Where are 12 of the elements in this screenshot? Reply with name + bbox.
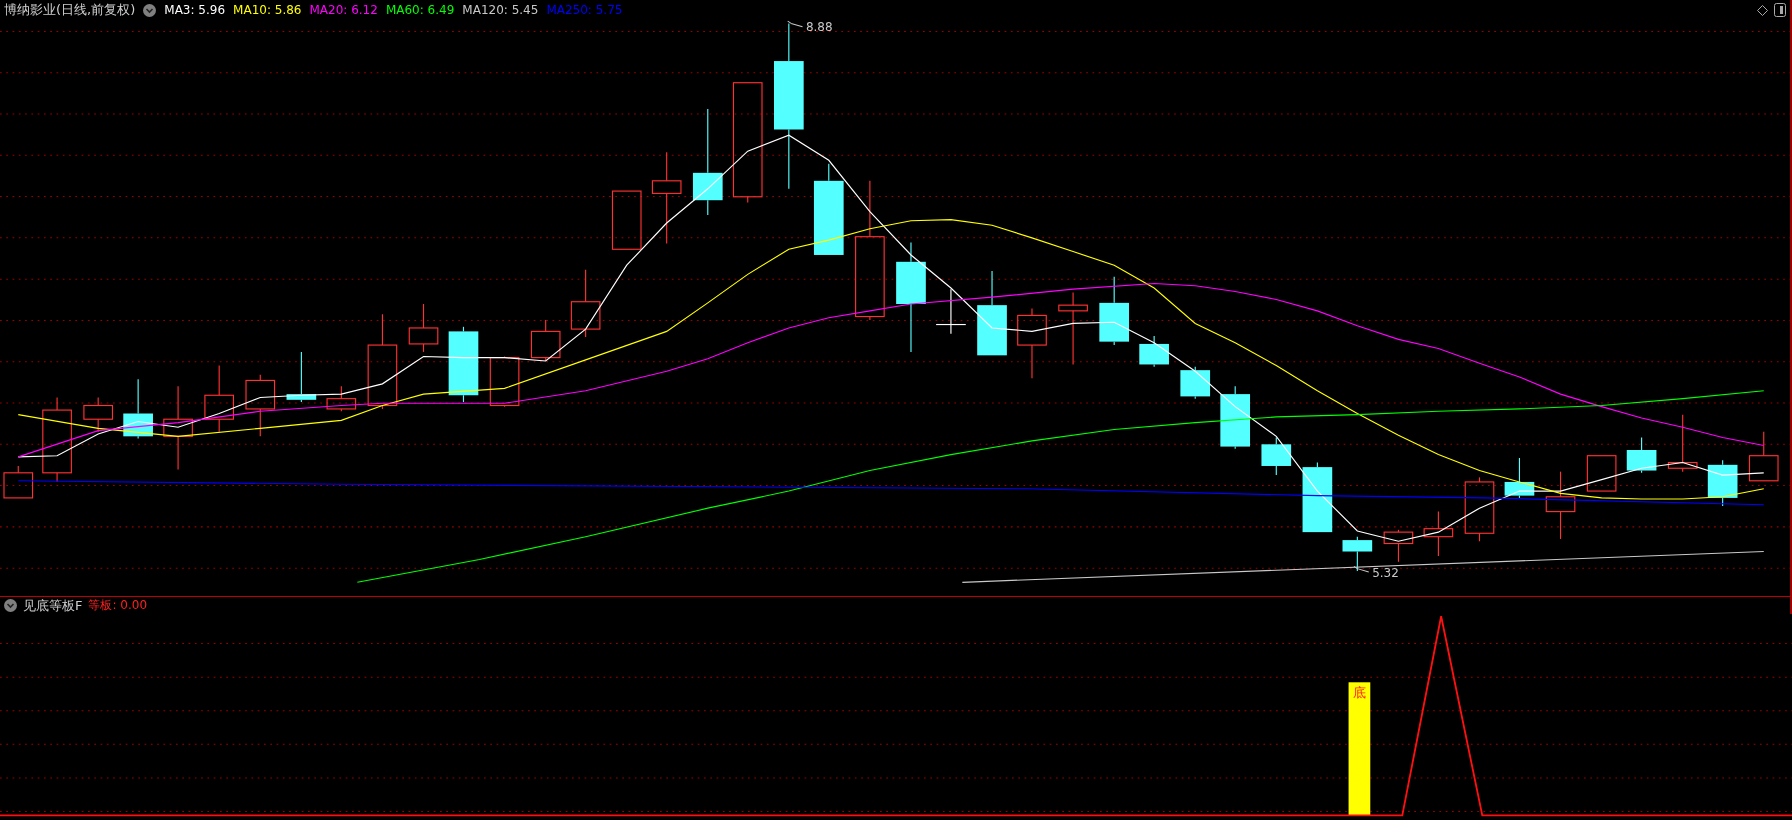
signal-marker: 底 — [1353, 685, 1367, 701]
price-annotation: 5.32 — [1353, 565, 1399, 580]
moving-average-legend: MA120: 5.45 — [462, 3, 539, 17]
moving-average-legend: MA10: 5.86 — [233, 3, 302, 17]
moving-average-legend: MA60: 6.49 — [385, 3, 455, 17]
moving-average-legend: MA3: 5.96 — [164, 3, 226, 17]
moving-average-legend: MA20: 6.12 — [309, 3, 378, 17]
indicator-legend: 等板: 0.00 — [88, 597, 148, 614]
indicator-name: 见底等板F — [23, 596, 83, 615]
price-annotation: 8.88 — [787, 20, 833, 35]
chart-title: 博纳影业(日线,前复权) — [4, 1, 136, 19]
moving-average-legend: MA250: 5.75 — [546, 3, 623, 17]
